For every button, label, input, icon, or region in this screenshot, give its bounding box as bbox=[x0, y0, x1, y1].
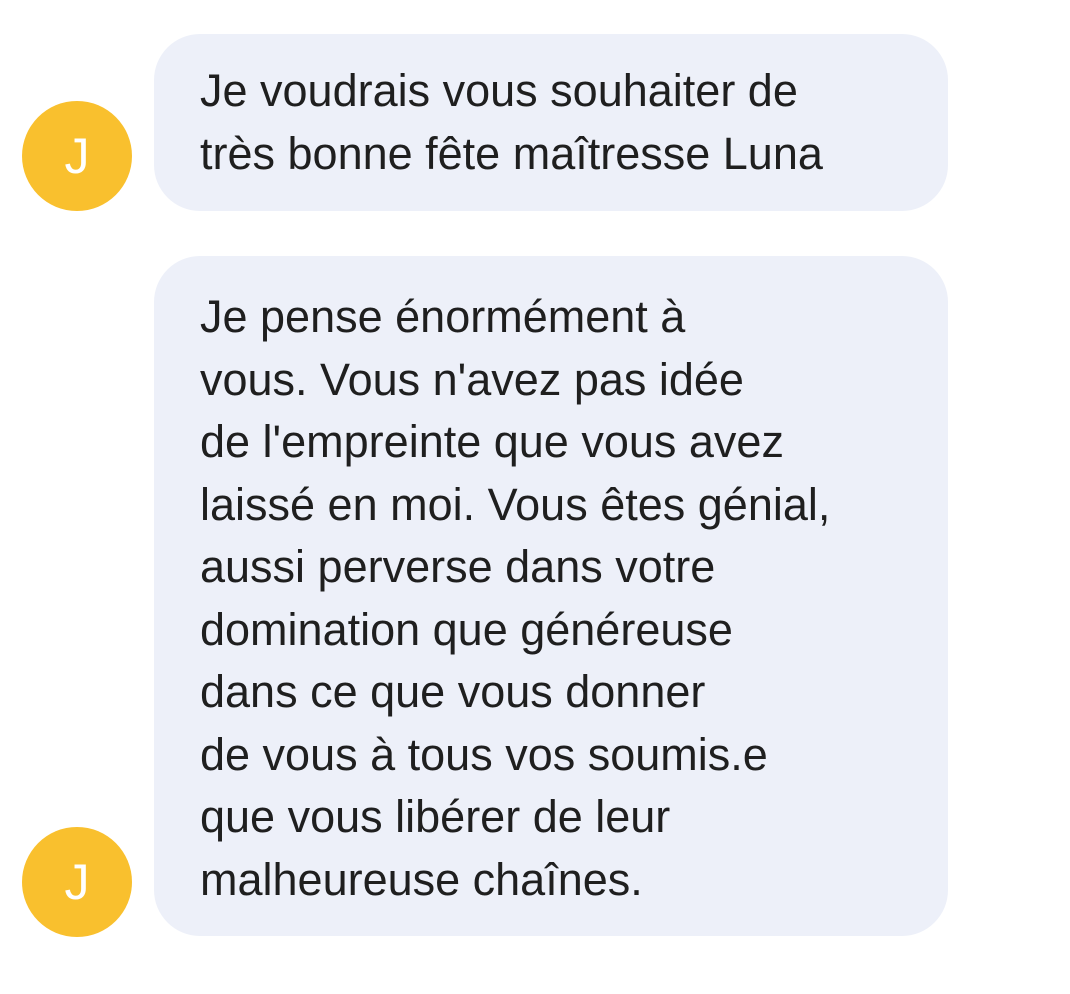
message-text-line: de l'empreinte que vous avez bbox=[200, 416, 784, 467]
message-text-line: que vous libérer de leur bbox=[200, 791, 671, 842]
message-text-line: de vous à tous vos soumis.e bbox=[200, 728, 768, 780]
message-text-line: laissé en moi. Vous êtes génial, bbox=[200, 478, 831, 530]
sender-avatar[interactable]: J bbox=[22, 827, 132, 937]
message-bubble[interactable]: Je pense énormément à vous. Vous n'avez … bbox=[154, 256, 948, 936]
message-row: J Je pense énormément à vous. Vous n'ave… bbox=[0, 0, 1070, 994]
message-text-line: vous. Vous n'avez pas idée bbox=[200, 353, 744, 405]
message-text-line: dans ce que vous donner bbox=[200, 666, 706, 717]
message-text-line: aussi perverse dans votre bbox=[200, 541, 716, 592]
message-text-line: Je pense énormément à bbox=[200, 291, 686, 342]
message-text-line: malheureuse chaînes. bbox=[200, 853, 643, 905]
message-text-line: domination que généreuse bbox=[200, 603, 733, 655]
